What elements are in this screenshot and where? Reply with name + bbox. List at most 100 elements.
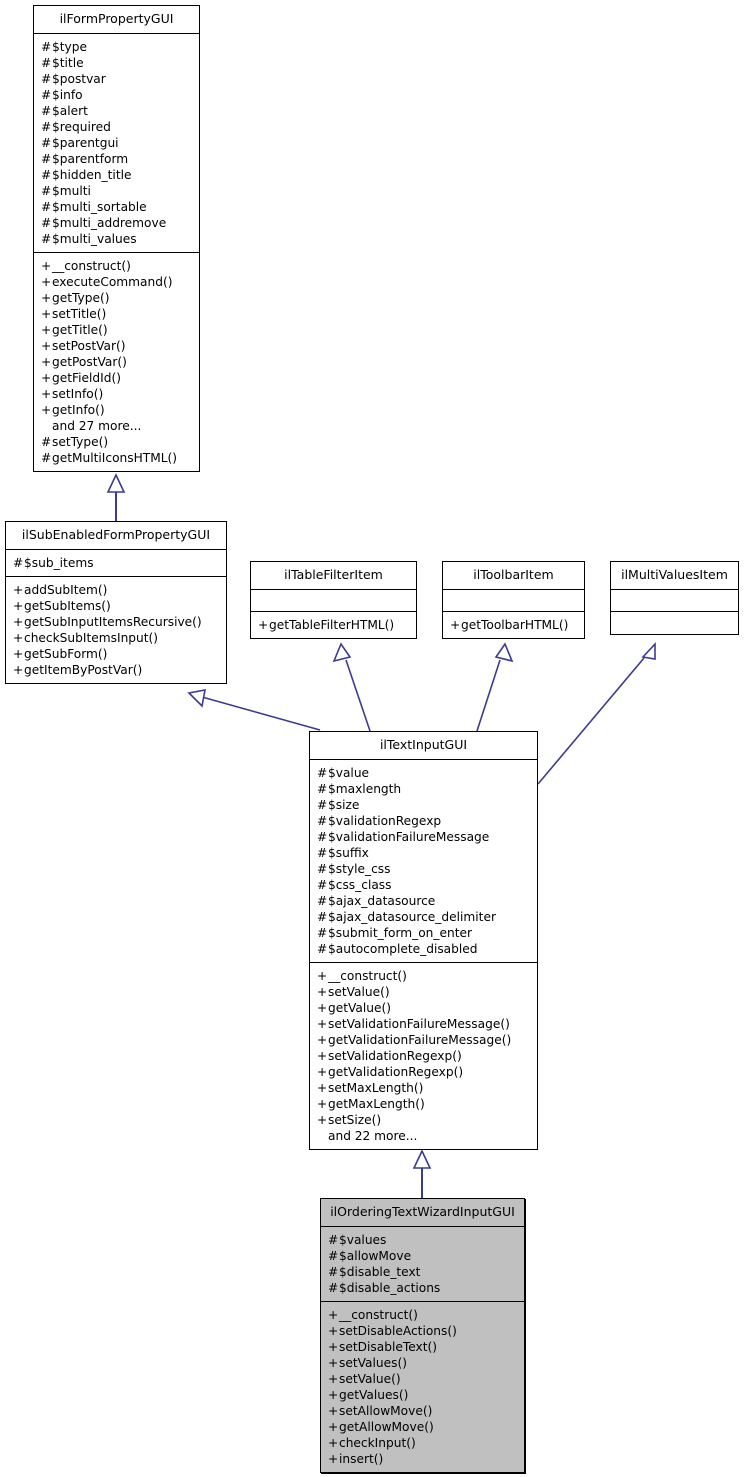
attribute-row: #$maxlength	[317, 781, 530, 797]
method-row: +setTitle()	[41, 306, 192, 322]
class-box-ilOrderingTextWizardInputGUI[interactable]: ilOrderingTextWizardInputGUI #$values #$…	[320, 1198, 525, 1473]
visibility-marker: +	[317, 1065, 328, 1079]
attribute-label: $size	[328, 798, 360, 812]
visibility-marker: +	[317, 1033, 328, 1047]
visibility-marker: #	[317, 830, 328, 844]
attributes-ilOrderingTextWizardInputGUI: #$values #$allowMove #$disable_text #$di…	[321, 1227, 524, 1302]
visibility-marker: +	[328, 1340, 339, 1354]
visibility-marker: #	[41, 136, 52, 150]
class-box-ilMultiValuesItem[interactable]: ilMultiValuesItem	[610, 561, 739, 635]
visibility-marker: +	[317, 1001, 328, 1015]
edge-ilTextInputGUI-to-ilTableFilterItem	[332, 642, 371, 732]
visibility-marker: #	[41, 152, 52, 166]
attribute-label: $multi	[52, 184, 91, 198]
visibility-marker: +	[328, 1420, 339, 1434]
method-label: getMultiIconsHTML()	[52, 451, 178, 465]
visibility-marker: +	[328, 1388, 339, 1402]
class-title-ilOrderingTextWizardInputGUI: ilOrderingTextWizardInputGUI	[321, 1199, 524, 1227]
method-row: +setMaxLength()	[317, 1080, 530, 1096]
class-box-ilToolbarItem[interactable]: ilToolbarItem +getToolbarHTML()	[442, 561, 585, 639]
attribute-row: #$required	[41, 119, 192, 135]
visibility-marker: #	[41, 88, 52, 102]
attribute-row: #$sub_items	[13, 555, 219, 571]
class-box-ilFormPropertyGUI[interactable]: ilFormPropertyGUI #$type #$title #$postv…	[33, 5, 200, 472]
attribute-label: $maxlength	[328, 782, 402, 796]
method-row: +getValidationFailureMessage()	[317, 1032, 530, 1048]
attribute-label: $hidden_title	[52, 168, 132, 182]
attribute-row: #$postvar	[41, 71, 192, 87]
attribute-label: $autocomplete_disabled	[328, 942, 478, 956]
attribute-label: $validationFailureMessage	[328, 830, 490, 844]
visibility-marker: #	[317, 766, 328, 780]
method-label: getInfo()	[52, 403, 105, 417]
attribute-label: $title	[52, 56, 84, 70]
method-label: getTableFilterHTML()	[269, 618, 395, 632]
attribute-row: #$disable_actions	[328, 1280, 517, 1296]
edge-ilTextInputGUI-to-ilToolbarItem	[476, 642, 514, 732]
method-label: addSubItem()	[24, 583, 108, 597]
class-box-ilSubEnabledFormPropertyGUI[interactable]: ilSubEnabledFormPropertyGUI #$sub_items …	[5, 521, 227, 684]
method-label: __construct()	[339, 1308, 418, 1322]
method-row: +getTableFilterHTML()	[258, 617, 409, 633]
attribute-label: $ajax_datasource_delimiter	[328, 910, 496, 924]
class-box-ilTextInputGUI[interactable]: ilTextInputGUI #$value #$maxlength #$siz…	[309, 731, 538, 1150]
visibility-marker: +	[41, 339, 52, 353]
attribute-label: $required	[52, 120, 111, 134]
attribute-row: #$title	[41, 55, 192, 71]
visibility-marker: +	[41, 323, 52, 337]
class-title-ilToolbarItem: ilToolbarItem	[443, 562, 584, 590]
method-label: getSubInputItemsRecursive()	[24, 615, 202, 629]
method-row-more: and 22 more...	[317, 1128, 530, 1144]
visibility-marker: +	[328, 1404, 339, 1418]
visibility-marker: +	[317, 985, 328, 999]
method-label: setTitle()	[52, 307, 107, 321]
method-label: setValidationRegexp()	[328, 1049, 462, 1063]
method-label: getType()	[52, 291, 110, 305]
class-title-ilFormPropertyGUI: ilFormPropertyGUI	[34, 6, 199, 34]
attribute-row: #$hidden_title	[41, 167, 192, 183]
visibility-marker: +	[41, 307, 52, 321]
attribute-label: $parentform	[52, 152, 129, 166]
visibility-marker: +	[317, 1113, 328, 1127]
visibility-marker: #	[317, 878, 328, 892]
method-row: +setValue()	[328, 1371, 517, 1387]
visibility-marker: +	[258, 618, 269, 632]
attribute-label: $validationRegexp	[328, 814, 442, 828]
visibility-marker: #	[317, 894, 328, 908]
method-row: +setDisableText()	[328, 1339, 517, 1355]
attribute-label: $multi_values	[52, 232, 137, 246]
edge-ilSubEnabledFormPropertyGUI-to-ilFormPropertyGUI	[106, 473, 126, 521]
method-label: getValidationFailureMessage()	[328, 1033, 512, 1047]
visibility-marker: #	[317, 862, 328, 876]
method-row: +addSubItem()	[13, 582, 219, 598]
visibility-marker: +	[317, 1017, 328, 1031]
method-row: +insert()	[328, 1451, 517, 1467]
attribute-row: #$value	[317, 765, 530, 781]
visibility-marker: +	[41, 355, 52, 369]
attribute-row: #$ajax_datasource	[317, 893, 530, 909]
method-label: getFieldId()	[52, 371, 121, 385]
visibility-marker: +	[328, 1308, 339, 1322]
method-row: +setValues()	[328, 1355, 517, 1371]
attribute-label: $css_class	[328, 878, 392, 892]
attributes-ilFormPropertyGUI: #$type #$title #$postvar #$info #$alert …	[34, 34, 199, 253]
attribute-row: #$parentgui	[41, 135, 192, 151]
class-title-ilTableFilterItem: ilTableFilterItem	[251, 562, 416, 590]
methods-ilMultiValuesItem	[611, 612, 738, 634]
attribute-row: #$parentform	[41, 151, 192, 167]
method-label: checkSubItemsInput()	[24, 631, 159, 645]
method-row: +getAllowMove()	[328, 1419, 517, 1435]
method-label: getSubItems()	[24, 599, 111, 613]
class-title-ilMultiValuesItem: ilMultiValuesItem	[611, 562, 738, 590]
attribute-row: #$suffix	[317, 845, 530, 861]
method-row: +getValidationRegexp()	[317, 1064, 530, 1080]
method-row: #getMultiIconsHTML()	[41, 450, 192, 466]
class-box-ilTableFilterItem[interactable]: ilTableFilterItem +getTableFilterHTML()	[250, 561, 417, 639]
method-row: +setValue()	[317, 984, 530, 1000]
method-row: +executeCommand()	[41, 274, 192, 290]
method-row-more: and 27 more...	[41, 418, 192, 434]
visibility-marker: #	[41, 56, 52, 70]
method-label: insert()	[339, 1452, 384, 1466]
method-label: getValue()	[328, 1001, 391, 1015]
method-row: +setSize()	[317, 1112, 530, 1128]
